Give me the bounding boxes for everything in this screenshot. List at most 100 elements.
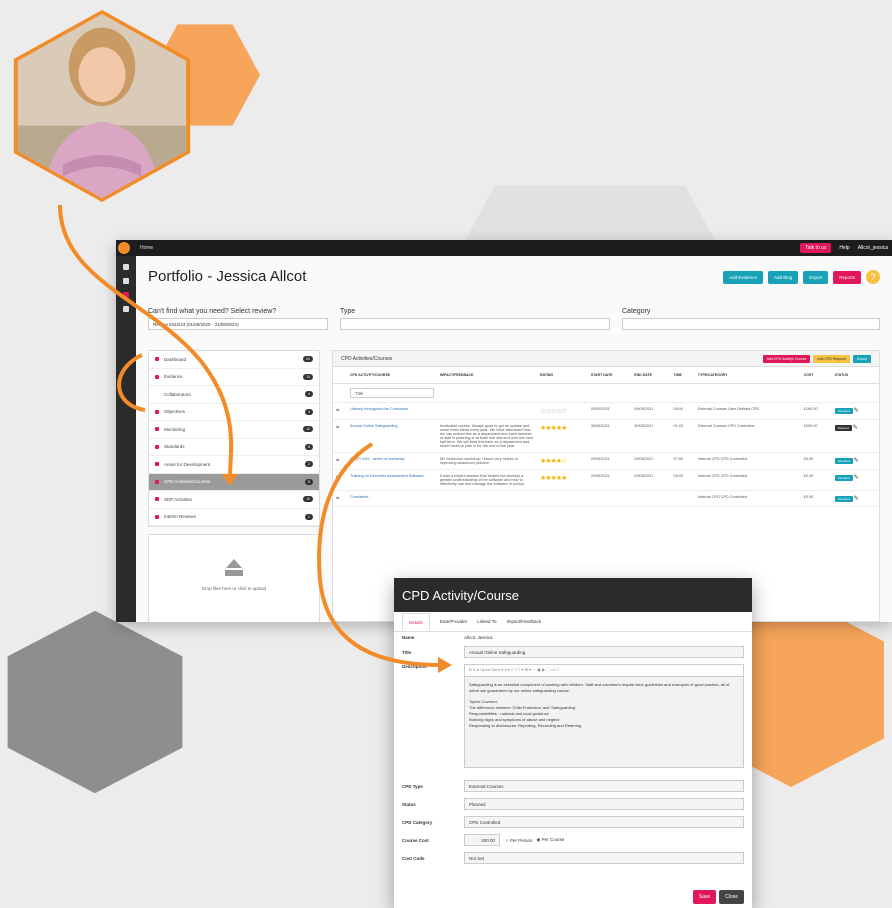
column-header-end-date[interactable]: END DATE bbox=[631, 367, 671, 384]
type-cell: External Courses User Defined CPD bbox=[694, 402, 801, 420]
add-cpd-request-button[interactable]: Add CPD Request bbox=[813, 354, 850, 363]
video-icon[interactable] bbox=[123, 292, 129, 298]
reports-button[interactable]: Reports bbox=[833, 270, 861, 284]
cost-code-select[interactable]: Not Set bbox=[464, 852, 744, 864]
share-icon[interactable] bbox=[123, 306, 129, 312]
column-header-start-date[interactable]: START DATE bbox=[587, 367, 632, 384]
help-link[interactable]: Help bbox=[839, 245, 849, 251]
title-filter-input[interactable]: Title bbox=[350, 388, 434, 398]
column-header-impact[interactable]: IMPACT/FEEDBACK bbox=[437, 367, 537, 384]
type-cell: Internal CPD CPD Controlled bbox=[694, 490, 801, 507]
objectives-nav-icon bbox=[155, 409, 159, 414]
rating-stars[interactable]: ★★★★★ bbox=[537, 419, 588, 453]
link-icon[interactable]: ⇆ bbox=[333, 469, 347, 491]
activity-title-link[interactable]: Annual Online Safeguarding bbox=[347, 419, 437, 453]
per-course-radio[interactable]: ◉ Per Course bbox=[536, 837, 564, 843]
edit-pencil-icon[interactable]: ✎ bbox=[854, 458, 859, 464]
rating-stars[interactable]: ★★★★★ bbox=[537, 469, 588, 491]
count-badge: 24 bbox=[303, 356, 313, 363]
activity-title-link[interactable]: Consistent... bbox=[347, 490, 437, 507]
dashboard-nav-icon bbox=[155, 357, 159, 362]
activity-title-link[interactable]: Literacy throughout the Curriculum bbox=[347, 402, 437, 420]
sidebar-item-standards[interactable]: Standards 8 bbox=[149, 439, 319, 456]
activity-title-link[interactable]: INSET DAY - series of workshop bbox=[347, 452, 437, 470]
link-icon[interactable]: ⇆ bbox=[333, 452, 347, 470]
profile-photo-avatar bbox=[13, 9, 191, 203]
panel-export-button[interactable]: Export bbox=[852, 354, 871, 363]
name-label: Name bbox=[402, 635, 415, 640]
tab-date-provider[interactable]: Date/Provider bbox=[440, 619, 468, 624]
rating-stars[interactable]: ☆☆☆☆☆ bbox=[537, 402, 588, 420]
column-header-activity[interactable]: CPD ACTIVITY/COURSE bbox=[347, 367, 437, 384]
rating-stars[interactable] bbox=[537, 490, 588, 507]
impact-cell: Invaluable course. Always good to get an… bbox=[437, 419, 537, 453]
file-dropzone[interactable]: Drop files here or click to upload bbox=[148, 534, 320, 622]
sdp-nav-icon bbox=[155, 497, 159, 502]
table-row[interactable]: ⇆ Consistent... Internal CPD CPD Control… bbox=[333, 490, 879, 507]
home-link[interactable]: Home bbox=[140, 245, 153, 251]
column-header-rating[interactable]: RATING bbox=[537, 367, 588, 384]
sidebar-item-objectives[interactable]: Objectives 3 bbox=[149, 404, 319, 421]
description-line: Responding to disclosures: Reporting, Re… bbox=[469, 723, 582, 728]
column-header-type[interactable]: TYPE/CATEGORY bbox=[694, 367, 801, 384]
count-badge: 3 bbox=[305, 408, 313, 415]
user-menu[interactable]: Allcot_jessica bbox=[858, 245, 888, 251]
cpd-type-select[interactable]: External Courses bbox=[464, 780, 744, 792]
link-icon[interactable]: ⇆ bbox=[333, 490, 347, 507]
title-input[interactable]: Annual Online Safeguarding bbox=[464, 646, 744, 658]
sidebar-item-evidence[interactable]: Evidence 13 bbox=[149, 369, 319, 386]
save-button[interactable]: Save bbox=[692, 890, 717, 904]
type-filter-input[interactable] bbox=[340, 318, 610, 330]
document-icon[interactable] bbox=[123, 278, 129, 284]
category-filter-input[interactable] bbox=[622, 318, 880, 330]
per-person-radio[interactable]: ○ Per Person bbox=[506, 838, 532, 843]
add-evidence-button[interactable]: Add Evidence bbox=[723, 270, 763, 284]
tab-details[interactable]: Details bbox=[402, 612, 430, 631]
link-icon[interactable]: ⇆ bbox=[333, 419, 347, 453]
link-icon[interactable]: ⇆ bbox=[333, 402, 347, 420]
table-row[interactable]: ⇆ Annual Online Safeguarding Invaluable … bbox=[333, 419, 879, 453]
editor-toolbar[interactable]: B U ⌀ Open Sans ▾ A ▾ ≡ ≡ ≡ ▾ ⊞ ▾ ⇔ ▣ ▶ … bbox=[465, 665, 743, 677]
course-cost-label: Course Cost bbox=[402, 837, 429, 843]
edit-pencil-icon[interactable]: ✎ bbox=[854, 496, 859, 502]
edit-pencil-icon[interactable]: ✎ bbox=[854, 475, 859, 481]
review-select[interactable]: Review 2022/23 (01/09/2020 - 31/08/2024) bbox=[148, 318, 328, 330]
upload-tray-icon bbox=[225, 570, 243, 576]
sidebar-item-cpd-activities[interactable]: CPD Activities/Courses 5 bbox=[149, 473, 319, 491]
add-cpd-activity-button[interactable]: Add CPD Activity/ Course bbox=[762, 354, 811, 363]
sidebar-item-areas-for-development[interactable]: Areas for Development 2 bbox=[149, 456, 319, 474]
talk-to-us-button[interactable]: Talk to us bbox=[800, 243, 832, 253]
edit-pencil-icon[interactable]: ✎ bbox=[854, 408, 859, 414]
table-row[interactable]: ⇆ Training on Derventio Assessment Softw… bbox=[333, 469, 879, 491]
export-button[interactable]: Export bbox=[803, 270, 829, 284]
description-editor[interactable]: B U ⌀ Open Sans ▾ A ▾ ≡ ≡ ≡ ▾ ⊞ ▾ ⇔ ▣ ▶ … bbox=[464, 664, 744, 768]
close-button[interactable]: Close bbox=[719, 890, 744, 904]
column-header-status[interactable]: STATUS bbox=[831, 367, 879, 384]
column-header-time[interactable]: TIME bbox=[670, 367, 695, 384]
page-title: Portfolio - Jessica Allcot bbox=[148, 268, 307, 285]
tab-impact-feedback[interactable]: Impact/Feedback bbox=[506, 619, 541, 624]
table-row[interactable]: ⇆ INSET DAY - series of workshop MY beha… bbox=[333, 452, 879, 470]
column-header-cost[interactable]: COST bbox=[800, 367, 832, 384]
impact-cell bbox=[437, 402, 537, 420]
rating-stars[interactable]: ★★★★☆ bbox=[537, 452, 588, 470]
tab-linked-to[interactable]: Linked To bbox=[477, 619, 496, 624]
cpd-category-select[interactable]: CPD Controlled bbox=[464, 816, 744, 828]
dashboard-icon[interactable] bbox=[123, 264, 129, 270]
top-navigation-bar: Home Talk to us Help Allcot_jessica bbox=[116, 240, 892, 256]
sidebar-item-sdp-activities[interactable]: SDP Activities 10 bbox=[149, 491, 319, 509]
activity-title-link[interactable]: Training on Derventio Assessment Softwar… bbox=[347, 469, 437, 491]
sidebar-item-collaborators[interactable]: Collaborators 4 bbox=[149, 386, 319, 404]
add-blog-button[interactable]: Add Blog bbox=[767, 270, 799, 284]
table-row[interactable]: ⇆ Literacy throughout the Curriculum ☆☆☆… bbox=[333, 402, 879, 420]
monitoring-nav-icon bbox=[155, 427, 159, 432]
sidebar-item-monitoring[interactable]: Monitoring 12 bbox=[149, 421, 319, 439]
sidebar-item-interim-reviews[interactable]: Interim Reviews 1 bbox=[149, 509, 319, 526]
edit-pencil-icon[interactable]: ✎ bbox=[853, 425, 858, 431]
upload-icon bbox=[226, 559, 242, 568]
sidebar-item-dashboard[interactable]: Dashboard 24 bbox=[149, 351, 319, 369]
help-circle-icon[interactable]: ? bbox=[866, 270, 880, 284]
status-select[interactable]: Planned bbox=[464, 798, 744, 810]
course-cost-input[interactable]: 200.00 bbox=[464, 834, 500, 846]
app-logo-icon[interactable] bbox=[118, 242, 130, 254]
